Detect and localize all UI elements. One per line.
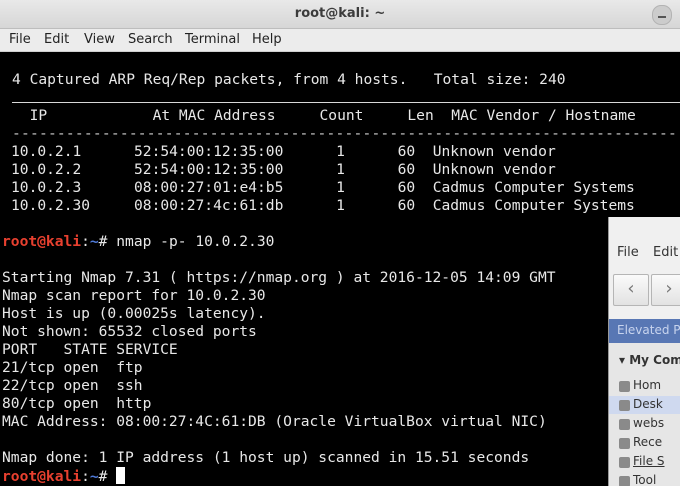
minimize-icon (658, 16, 666, 18)
table-top-rule (12, 102, 680, 103)
prompt-user: root@kali (2, 233, 82, 250)
menu-search[interactable]: Search (128, 32, 173, 47)
terminal-output[interactable]: 4 Captured ARP Req/Rep packets, from 4 h… (0, 52, 680, 486)
bg-back-button[interactable]: ‹ (613, 274, 649, 306)
output-line: PORT STATE SERVICE (2, 341, 178, 358)
minimize-button[interactable] (652, 5, 672, 25)
chevron-left-icon: ‹ (627, 278, 635, 299)
menu-edit[interactable]: Edit (44, 32, 69, 47)
menu-help[interactable]: Help (252, 32, 282, 47)
arp-table-row: 10.0.2.30 08:00:27:4c:61:db 1 60 Cadmus … (11, 197, 635, 214)
menu-terminal[interactable]: Terminal (185, 32, 240, 47)
triangle-down-icon: ▾ (619, 353, 630, 367)
bg-forward-button[interactable]: › (651, 274, 680, 306)
arp-table-row: 10.0.2.2 52:54:00:12:35:00 1 60 Unknown … (11, 161, 556, 178)
chevron-right-icon: › (665, 278, 673, 299)
prompt-separator: : (81, 468, 90, 485)
arp-table-row: 10.0.2.3 08:00:27:01:e4:b5 1 60 Cadmus C… (11, 179, 635, 196)
prompt-separator: : (81, 233, 90, 250)
output-line: Host is up (0.00025s latency). (2, 305, 266, 322)
output-line: Not shown: 65532 closed ports (2, 323, 257, 340)
menu-bar: File Edit View Search Terminal Help (0, 29, 680, 52)
prompt-path: ~ (89, 233, 99, 250)
output-line: Starting Nmap 7.31 ( https://nmap.org ) … (2, 269, 556, 286)
menu-file[interactable]: File (9, 32, 31, 47)
bg-sidebar-item[interactable]: Hom (633, 378, 661, 392)
prompt-user: root@kali (2, 468, 82, 485)
command-line: root@kali:~# nmap -p- 10.0.2.30 (2, 233, 274, 251)
bg-menu-file[interactable]: File (617, 245, 639, 260)
bg-elevated-banner: Elevated P (609, 319, 680, 343)
arp-summary-line: 4 Captured ARP Req/Rep packets, from 4 h… (12, 71, 566, 88)
bg-sidebar-item[interactable]: Tool (633, 473, 656, 486)
output-line: Nmap scan report for 10.0.2.30 (2, 287, 266, 304)
bg-sidebar-item[interactable]: File S (633, 454, 665, 468)
folder-icon (619, 419, 630, 430)
bg-sidebar: ▾ My Com Hom Desk webs Rece File S Tool (609, 343, 680, 486)
active-prompt-line[interactable]: root@kali:~# (2, 467, 126, 485)
window-titlebar[interactable]: root@kali: ~ (0, 0, 680, 29)
prompt-path: ~ (89, 468, 99, 485)
prompt-char: # (98, 233, 117, 250)
arp-table-row: 10.0.2.1 52:54:00:12:35:00 1 60 Unknown … (11, 143, 556, 160)
bg-sidebar-title[interactable]: ▾ My Com (619, 353, 680, 367)
recent-icon (619, 438, 630, 449)
text-cursor (116, 467, 126, 484)
output-line: Nmap done: 1 IP address (1 host up) scan… (2, 449, 530, 466)
desktop-icon (619, 400, 630, 411)
prompt-char: # (98, 468, 117, 485)
bg-sidebar-item[interactable]: Rece (633, 435, 662, 449)
bg-sidebar-item[interactable]: Desk (633, 397, 663, 411)
output-line: 80/tcp open http (2, 395, 152, 412)
window-title: root@kali: ~ (294, 6, 386, 21)
command-text: nmap -p- 10.0.2.30 (116, 233, 275, 250)
bg-menu-edit[interactable]: Edit (653, 245, 678, 260)
output-line: 21/tcp open ftp (2, 359, 143, 376)
background-file-manager-window[interactable]: File Edit ‹ › Elevated P ▾ My Com Hom De… (608, 217, 680, 486)
menu-view[interactable]: View (84, 32, 115, 47)
filesystem-icon (619, 457, 630, 468)
output-line: 22/tcp open ssh (2, 377, 143, 394)
table-dash-rule: ----------------------------------------… (12, 125, 677, 142)
tools-icon (619, 476, 630, 486)
home-icon (619, 381, 630, 392)
output-line: MAC Address: 08:00:27:4C:61:DB (Oracle V… (2, 413, 547, 430)
bg-sidebar-item[interactable]: webs (633, 416, 664, 430)
arp-table-header: IP At MAC Address Count Len MAC Vendor /… (12, 107, 636, 124)
